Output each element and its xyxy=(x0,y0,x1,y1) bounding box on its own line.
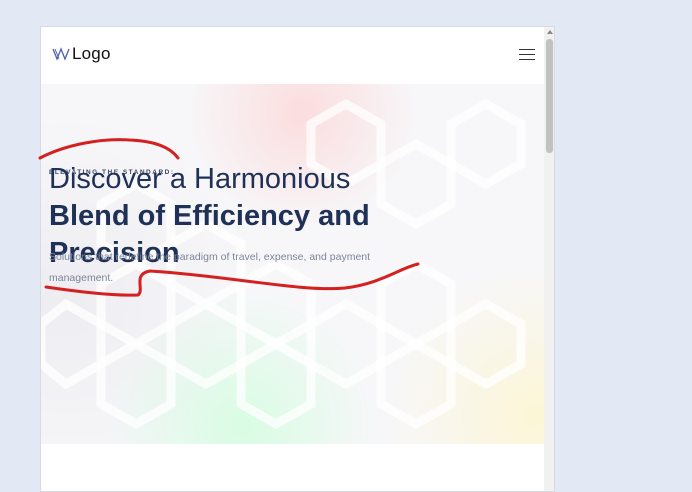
scroll-up-arrow-icon[interactable] xyxy=(547,30,553,34)
hero-subtitle: Solutions that redefine the paradigm of … xyxy=(49,251,371,284)
logo-text: Logo xyxy=(72,44,111,63)
hamburger-menu-icon[interactable] xyxy=(519,49,535,61)
hero-title-line-2: Blend of Efficiency and xyxy=(49,200,370,232)
logo[interactable]: Logo xyxy=(52,44,111,64)
w-logo-icon xyxy=(52,47,70,61)
hero-section: ELEVATING THE STANDARD: Discover a Harmo… xyxy=(41,84,544,444)
vertical-scrollbar[interactable] xyxy=(544,27,554,491)
hero-title-line-1: Discover a Harmonious xyxy=(49,163,351,195)
site-header: Logo xyxy=(41,27,544,84)
scroll-thumb[interactable] xyxy=(546,39,553,153)
browser-viewport: Logo ELEVATING THE STANDARD: Discover a … xyxy=(40,26,555,492)
